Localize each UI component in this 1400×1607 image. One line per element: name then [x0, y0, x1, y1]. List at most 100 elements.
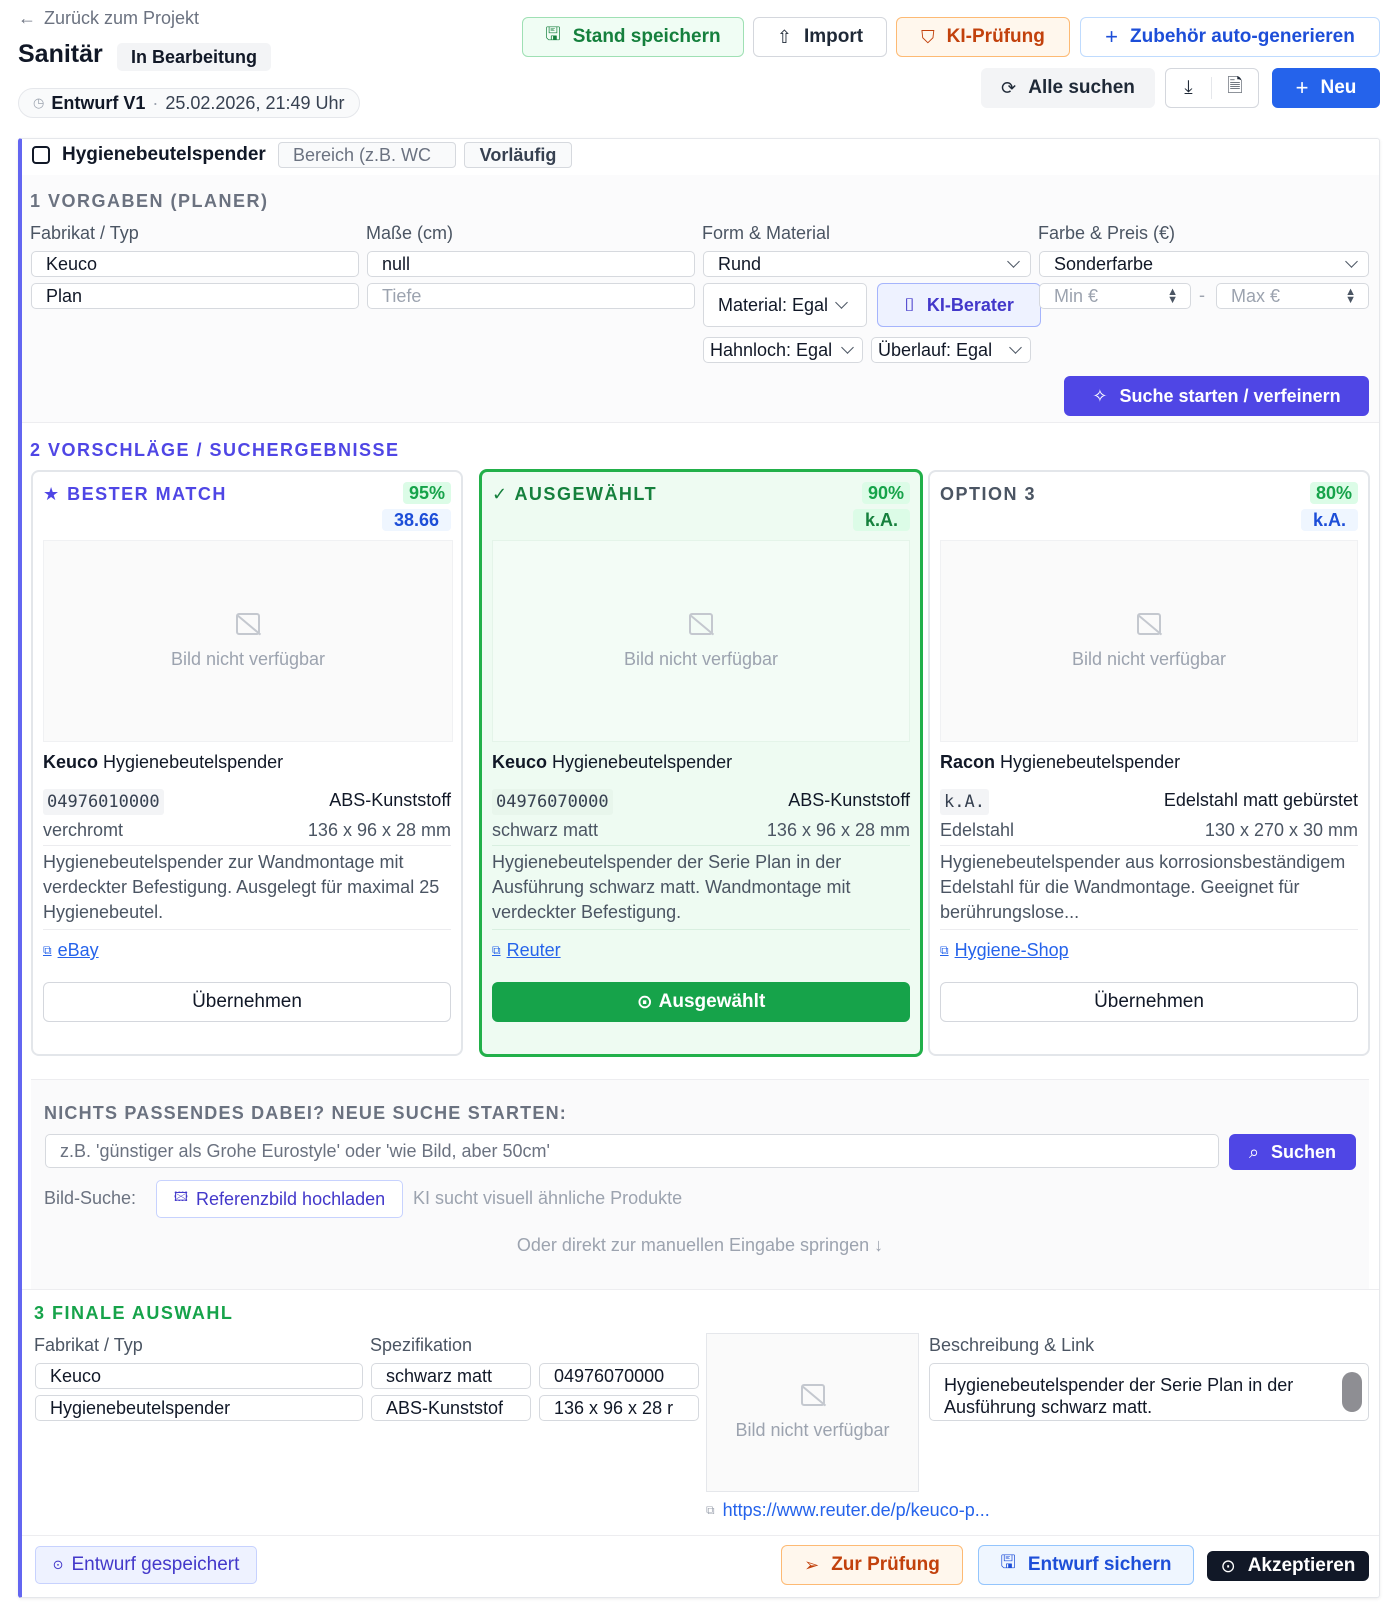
chevron-down-icon [835, 296, 848, 309]
product-color: schwarz matt [492, 820, 599, 840]
refresh-icon: ⟳ [1001, 77, 1017, 98]
label-color-price: Farbe & Preis (€) [1038, 223, 1176, 243]
state-badge[interactable]: Vorläufig [464, 142, 572, 168]
plus-icon: + [1105, 24, 1118, 49]
accept-button[interactable]: ⊙ Akzeptieren [1207, 1551, 1369, 1581]
form-select[interactable]: Rund [703, 251, 1031, 277]
import-button[interactable]: ⇧ Import [753, 17, 887, 57]
maker-input[interactable]: Keuco [31, 251, 359, 277]
stepper-icon[interactable]: ▲ ▼ [1345, 287, 1356, 306]
product-dims: 136 x 96 x 28 mm [307, 820, 451, 840]
final-product-link[interactable]: ⧉ https://www.reuter.de/p/keuco-p... [706, 1500, 990, 1521]
selected-button[interactable]: ⊙ Ausgewählt [492, 982, 910, 1022]
divider [43, 929, 451, 930]
find-all-button[interactable]: ⟳ Alle suchen [981, 68, 1155, 108]
area-input[interactable]: Bereich (z.B. WC [278, 142, 456, 168]
final-article-input[interactable]: 04976070000 [539, 1363, 699, 1389]
item-name: Hygienebeutelspender [62, 144, 266, 165]
search-icon: ⌕ [1248, 1141, 1260, 1162]
ki-check-button[interactable]: ⛉ KI-Prüfung [896, 17, 1070, 57]
source-link[interactable]: ⧉ Hygiene-Shop [940, 940, 1069, 961]
save-icon: 🖫 [1000, 1552, 1016, 1572]
final-color-input[interactable]: schwarz matt [371, 1363, 531, 1389]
label-form: Form & Material [702, 223, 831, 243]
color-select[interactable]: Sonderfarbe [1039, 251, 1369, 277]
card-title: ★ BESTER MATCH [43, 484, 227, 504]
type-input[interactable]: Plan [31, 283, 359, 309]
section1-title: 1 VORGABEN (PLANER) [30, 191, 269, 211]
article-number: 04976010000 [43, 789, 164, 815]
label-spec: Spezifikation [370, 1335, 473, 1355]
search-button[interactable]: ⌕ Suchen [1229, 1134, 1356, 1170]
final-material-input[interactable]: ABS-Kunststof [371, 1395, 531, 1421]
match-percent: 95% [402, 482, 451, 504]
upload-icon: ⇧ [776, 26, 792, 47]
source-link[interactable]: ⧉ Reuter [492, 940, 561, 961]
final-image-placeholder[interactable]: Bild nicht verfügbar [706, 1333, 919, 1492]
product-material: ABS-Kunststoff [329, 790, 451, 810]
product-image-placeholder: Bild nicht verfügbar [43, 540, 453, 742]
to-review-button[interactable]: ➢ Zur Prüfung [781, 1545, 963, 1585]
price-range-separator: - [1199, 285, 1205, 305]
section2-title: 2 VORSCHLÄGE / SUCHERGEBNISSE [30, 440, 400, 460]
stepper-icon[interactable]: ▲ ▼ [1167, 287, 1178, 306]
suggestion-card-option-3[interactable]: OPTION 3 80% k.A. Bild nicht verfügbar R… [928, 470, 1370, 1056]
min-price-input[interactable]: Min € ▲ ▼ [1039, 283, 1191, 309]
arrow-left-icon: ← [18, 8, 36, 28]
item-checkbox[interactable] [32, 146, 50, 164]
external-link-icon: ⧉ [43, 943, 52, 957]
new-search-title: NICHTS PASSENDES DABEI? NEUE SUCHE START… [44, 1103, 567, 1123]
check-icon: ✓ [492, 484, 509, 504]
tap-hole-select[interactable]: Hahnloch: Egal [703, 337, 863, 363]
dims-input[interactable]: null [367, 251, 695, 277]
take-over-button[interactable]: Übernehmen [940, 982, 1358, 1022]
product-description: Hygienebeutelspender der Serie Plan in d… [492, 852, 851, 922]
depth-input[interactable]: Tiefe [367, 283, 695, 309]
new-search-input[interactable]: z.B. 'günstiger als Grohe Eurostyle' ode… [45, 1134, 1219, 1168]
external-link-icon: ⧉ [492, 943, 501, 957]
final-description-textarea[interactable]: Hygienebeutelspender der Serie Plan in d… [929, 1363, 1369, 1421]
image-off-icon [800, 1384, 825, 1406]
source-link[interactable]: ⧉ eBay [43, 940, 99, 961]
accessory-generate-button[interactable]: + Zubehör auto-generieren [1080, 17, 1380, 57]
overflow-select[interactable]: Überlauf: Egal [871, 337, 1031, 363]
chevron-down-icon [841, 341, 854, 354]
final-type-input[interactable]: Hygienebeutelspender [35, 1395, 363, 1421]
suggestion-card-best-match[interactable]: ★ BESTER MATCH 95% 38.66 Bild nicht verf… [31, 470, 463, 1056]
price-badge: 38.66 [381, 509, 451, 531]
image-search-label: Bild-Suche: [44, 1188, 137, 1208]
save-icon: 🖫 [545, 24, 561, 44]
divider [492, 845, 910, 846]
material-select[interactable]: Material: Egal [703, 283, 867, 327]
upload-hint: KI sucht visuell ähnliche Produkte [413, 1188, 683, 1208]
new-button[interactable]: + Neu [1272, 68, 1380, 108]
manual-entry-link[interactable]: Oder direkt zur manuellen Eingabe spring… [400, 1235, 1000, 1256]
product-name: Keuco Hygienebeutelspender [492, 752, 733, 772]
plus-icon: + [1295, 75, 1309, 100]
save-state-button[interactable]: 🖫 Stand speichern [522, 17, 744, 57]
start-search-button[interactable]: ✧ Suche starten / verfeinern [1064, 376, 1369, 416]
label-maker: Fabrikat / Typ [34, 1335, 143, 1355]
suggestion-card-selected[interactable]: ✓ AUSGEWÄHLT 90% k.A. Bild nicht verfügb… [479, 469, 923, 1057]
final-maker-input[interactable]: Keuco [35, 1363, 363, 1389]
final-dims-input[interactable]: 136 x 96 x 28 r [539, 1395, 699, 1421]
back-link[interactable]: ← Zurück zum Projekt [18, 8, 199, 29]
draft-version-pill[interactable]: ◷ Entwurf V1 · 25.02.2026, 21:49 Uhr [18, 88, 360, 118]
ki-advisor-button[interactable]: ⌷ KI-Berater [877, 283, 1041, 327]
match-percent: 80% [1309, 482, 1358, 504]
article-number: 04976070000 [492, 789, 613, 815]
upload-reference-button[interactable]: 🖾 Referenzbild hochladen [156, 1180, 403, 1218]
check-circle-icon: ⊙ [1220, 1555, 1236, 1576]
download-button[interactable]: ⤓ 🗎 [1165, 68, 1259, 108]
document-icon[interactable]: 🗎 [1212, 72, 1258, 104]
save-draft-button[interactable]: 🖫 Entwurf sichern [978, 1545, 1194, 1585]
article-number: k.A. [940, 789, 989, 815]
status-badge: In Bearbeitung [117, 43, 272, 71]
max-price-input[interactable]: Max € ▲ ▼ [1216, 283, 1369, 309]
scrollbar[interactable] [1342, 1372, 1362, 1412]
take-over-button[interactable]: Übernehmen [43, 982, 451, 1022]
image-icon: 🖾 [173, 1189, 188, 1204]
image-off-icon [689, 612, 713, 635]
label-maker: Fabrikat / Typ [30, 223, 139, 243]
image-off-icon [1137, 612, 1161, 635]
